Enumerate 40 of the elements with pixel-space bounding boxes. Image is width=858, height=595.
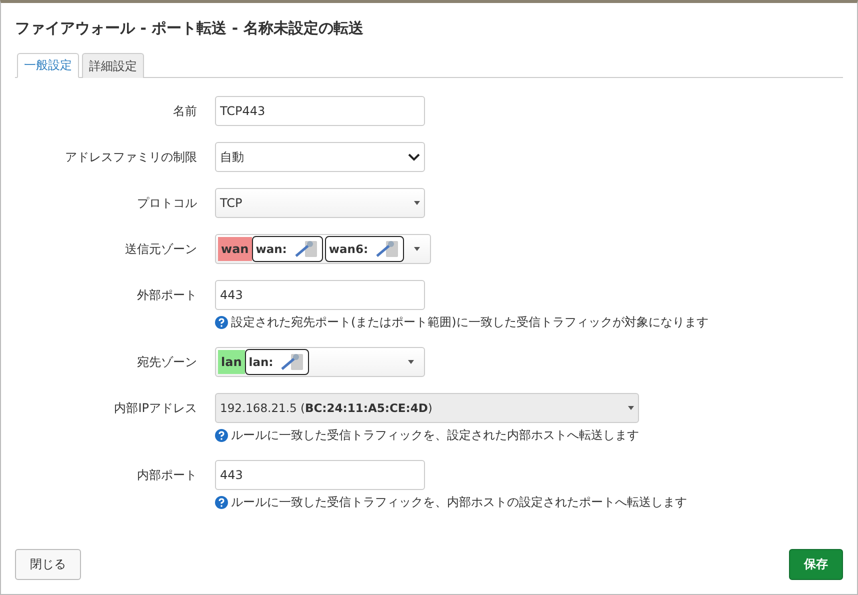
close-button[interactable]: 閉じる	[15, 549, 81, 580]
help-text: ルールに一致した受信トラフィックを、内部ホストの設定されたポートへ転送します	[231, 494, 687, 511]
field-label: 外部ポート	[137, 288, 197, 302]
network-label: lan:	[248, 355, 274, 369]
help-icon	[215, 316, 228, 329]
network-icon	[292, 239, 319, 259]
caret-icon	[628, 406, 634, 410]
help-text: 設定された宛先ポート(またはポート範囲)に一致した受信トラフィックが対象になります	[231, 314, 708, 331]
zone-dropdown[interactable]: wan wan: wan6:	[215, 234, 432, 264]
zone-badge: lan	[218, 350, 245, 374]
field-label: 内部IPアドレス	[114, 401, 197, 415]
help-icon	[215, 496, 228, 509]
save-button[interactable]: 保存	[789, 549, 843, 580]
input-field[interactable]: TCP443	[215, 96, 425, 126]
dropdown-field[interactable]: 192.168.21.5 (BC:24:11:A5:CE:4D)	[215, 393, 639, 423]
tab[interactable]: 詳細設定	[82, 53, 144, 78]
input-field[interactable]: 443	[215, 460, 425, 490]
zone-badge: wan	[218, 237, 252, 261]
dialog-title: ファイアウォール - ポート転送 - 名称未設定の転送	[15, 19, 364, 39]
select-field[interactable]: 自動	[215, 142, 425, 172]
network-icon	[374, 239, 400, 259]
network-label: wan6:	[328, 242, 368, 256]
field-label: 内部ポート	[137, 468, 197, 482]
caret-icon	[408, 360, 414, 364]
tab[interactable]: 一般設定	[17, 53, 79, 78]
network-icon	[279, 352, 306, 372]
caret-icon	[414, 247, 420, 251]
field-label: アドレスファミリの制限	[65, 150, 197, 164]
field-label: プロトコル	[137, 196, 197, 210]
zone-dropdown[interactable]: lan lan:	[215, 347, 425, 377]
help-icon	[215, 429, 228, 442]
field-label: 宛先ゾーン	[137, 355, 197, 369]
field-label: 名前	[173, 104, 197, 118]
caret-icon	[414, 201, 420, 205]
input-field[interactable]: 443	[215, 280, 425, 310]
network-label: wan:	[256, 242, 287, 256]
field-label: 送信元ゾーン	[125, 242, 197, 256]
help-text: ルールに一致した受信トラフィックを、設定された内部ホストへ転送します	[231, 427, 639, 444]
chevron-icon	[408, 153, 420, 161]
dropdown-field[interactable]: TCP	[215, 188, 425, 218]
